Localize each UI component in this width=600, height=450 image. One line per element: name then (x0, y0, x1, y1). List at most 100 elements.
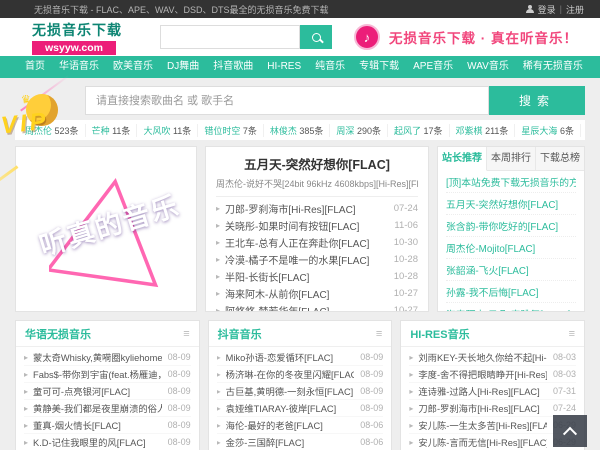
tag-link[interactable]: 林俊杰 385条 (264, 123, 331, 137)
list-item: 海来阿木-从前你[FLAC] 10-27 (216, 285, 418, 302)
song-link[interactable]: 董真-烟火情长[FLAC] (33, 418, 162, 432)
song-link[interactable]: 安儿陈-一生太多苦[Hi-Res][FLAC] (418, 418, 547, 432)
song-link[interactable]: 金莎-三国醉[FLAC] (226, 435, 355, 449)
section-douyin: 抖音音乐 ≡ Miko孙语-恋爱循环[FLAC] 08-09 杨济琳-在你的冬夜… (207, 320, 393, 450)
item-date: 10-27 (393, 305, 418, 312)
tag-link[interactable]: 周深 290条 (330, 123, 388, 137)
tag-name: 周深 (336, 125, 355, 136)
item-date: 07-31 (552, 386, 576, 396)
section-header: HI-RES音乐 ≡ (401, 321, 584, 347)
song-link[interactable]: 海来阿木-从前你[FLAC] (225, 286, 388, 301)
song-link[interactable]: 刘雨KEY-天长地久你给不起[Hi-Res][FLAC] (418, 350, 547, 364)
tag-link[interactable]: 起风了 17条 (388, 123, 450, 137)
song-link[interactable]: 冷漠-橘子不是唯一的水果[FLAC] (225, 252, 388, 267)
list-item: 金莎-三国醉[FLAC] 08-06 (217, 434, 384, 450)
nav-item[interactable]: DJ舞曲 (160, 56, 206, 78)
nav-item[interactable]: 首页 (18, 56, 52, 78)
section-list: 蒙太奇Whisky,黄嗬圈kyliehomer-打工日记[FLAC] 08-09… (16, 347, 199, 450)
nav-item[interactable]: WAV音乐 (460, 56, 516, 78)
tag-count: 523条 (54, 125, 79, 136)
tag-link[interactable]: 星辰大海 6条 (515, 123, 581, 137)
sidebar-item[interactable]: 五月天-突然好想你[FLAC] (446, 193, 576, 215)
register-link[interactable]: 注册 (566, 3, 584, 16)
nav-item[interactable]: 抖音歌曲 (206, 56, 260, 78)
item-date: 08-09 (167, 369, 191, 379)
song-link[interactable]: 李度-舍不得把眼睛睁开[Hi-Res][FLAC] (418, 367, 547, 381)
tag-link[interactable]: 毛不易 130条 (581, 124, 585, 137)
list-icon[interactable]: ≡ (183, 328, 189, 340)
nav-item[interactable]: 纯音乐 (308, 56, 352, 78)
song-link[interactable]: 刀郎-罗刹海市[Hi-Res][FLAC] (418, 401, 547, 415)
section-chinese-lossless: 华语无损音乐 ≡ 蒙太奇Whisky,黄嗬圈kyliehomer-打工日记[FL… (15, 320, 200, 450)
song-link[interactable]: 王北车-总有人正在奔赴你[FLAC] (225, 235, 388, 250)
search-input[interactable] (85, 86, 489, 115)
tab-total-downloads[interactable]: 下载总榜 (536, 147, 584, 170)
song-link[interactable]: 童可可-点亮银河[FLAC] (33, 384, 162, 398)
song-link[interactable]: 古巨基,黄明德-一刻永恒[FLAC] (226, 384, 355, 398)
tag-link[interactable]: 错位时空 7条 (198, 123, 264, 137)
tab-recommend[interactable]: 站长推荐 (438, 147, 487, 171)
song-link[interactable]: 连诗雅-过路人[Hi-Res][FLAC] (418, 384, 547, 398)
latest-list: 刀郎-罗刹海市[Hi-Res][FLAC] 07-24 关晓彤-如果时间有按钮[… (216, 200, 418, 312)
site-logo[interactable]: 无损音乐下载 wsyyw.com (32, 20, 121, 55)
section-title[interactable]: 华语无损音乐 (25, 326, 91, 342)
section-title[interactable]: 抖音音乐 (218, 326, 262, 342)
sidebar-item[interactable]: 孙露-我不后悔[FLAC] (446, 281, 576, 303)
nav-item[interactable]: HI-RES (260, 56, 308, 78)
tag-link[interactable]: 芒种 11条 (86, 123, 138, 137)
tab-weekly-rank[interactable]: 本周排行 (487, 147, 536, 170)
sidebar-item[interactable]: 张含韵-带你吃好的[FLAC] (446, 215, 576, 237)
list-item: Fabs$-带你到宇宙(feat.杨雁迪，prod. by唐杰) 08-09 (24, 366, 191, 383)
song-link[interactable]: K.D-记住我眼里的风[FLAC] (33, 435, 162, 449)
song-link[interactable]: 海伦-最好的老爸[FLAC] (226, 418, 355, 432)
nav-item[interactable]: 欧美音乐 (106, 56, 160, 78)
nav-item[interactable]: 稀有无损音乐 (516, 56, 590, 78)
sidebar-item[interactable]: 海来阿木,云朵-来跳舞[FLAC] (446, 303, 576, 311)
divider (216, 196, 418, 197)
list-icon[interactable]: ≡ (569, 328, 575, 340)
song-link[interactable]: 刀郎-罗刹海市[Hi-Res][FLAC] (225, 201, 388, 216)
song-link[interactable]: 袁娅维TIARAY-彼岸[FLAC] (226, 401, 355, 415)
item-date: 08-09 (360, 352, 384, 362)
search-button[interactable]: 搜索 (489, 86, 585, 115)
song-link[interactable]: 蒙太奇Whisky,黄嗬圈kyliehomer-打工日记[FLAC] (33, 350, 162, 364)
song-link[interactable]: Fabs$-带你到宇宙(feat.杨雁迪，prod. by唐杰) (33, 367, 162, 381)
nav-item[interactable]: APE音乐 (406, 56, 460, 78)
back-to-top-button[interactable] (553, 415, 587, 447)
list-icon[interactable]: ≡ (376, 328, 382, 340)
tag-name: 大风吹 (143, 125, 171, 136)
song-link[interactable]: 黄静美-我们都是夜里崩溃的俗人[FLAC] (33, 401, 162, 415)
song-link[interactable]: 杨济琳-在你的冬夜里闪耀[FLAC] (226, 367, 355, 381)
tag-name: 邓紫棋 (455, 125, 483, 136)
item-date: 08-09 (167, 386, 191, 396)
song-link[interactable]: 安儿陈-言而无信[Hi-Res][FLAC] (418, 435, 547, 449)
song-link[interactable]: 阿悠悠-梦若华年[FLAC] (225, 303, 388, 311)
sidebar-item[interactable]: 周杰伦-Mojito[FLAC] (446, 237, 576, 259)
featured-title[interactable]: 五月天-突然好想你[FLAC] (216, 154, 418, 173)
tag-link[interactable]: 大风吹 11条 (137, 123, 199, 137)
song-link[interactable]: 关晓彤-如果时间有按钮[FLAC] (225, 218, 388, 233)
song-link[interactable]: 半阳-长街长[FLAC] (225, 269, 388, 284)
item-date: 07-24 (393, 203, 418, 214)
topbar-title: 无损音乐下载 - FLAC、APE、WAV、DSD、DTS最全的无损音乐免费下载 (34, 4, 329, 15)
header-search-button[interactable] (300, 25, 332, 49)
list-item: 刀郎-罗刹海市[Hi-Res][FLAC] 07-24 (409, 400, 576, 417)
header: 无损音乐下载 wsyyw.com ♪ 无损音乐下载 · 真在听音乐！ (0, 18, 600, 56)
topbar-account: 登录 | 注册 (525, 3, 584, 16)
tag-link[interactable]: 邓紫棋 211条 (450, 123, 516, 137)
tag-name: 错位时空 (204, 125, 241, 136)
sidebar-item[interactable]: [顶]本站免费下载无损音乐的方法 (446, 171, 576, 193)
list-item: 刀郎-罗刹海市[Hi-Res][FLAC] 07-24 (216, 200, 418, 217)
sidebar-item[interactable]: 张韶涵-飞火[FLAC] (446, 259, 576, 281)
section-title[interactable]: HI-RES音乐 (410, 326, 469, 342)
item-date: 08-09 (360, 369, 384, 379)
section-list: Miko孙语-恋爱循环[FLAC] 08-09 杨济琳-在你的冬夜里闪耀[FLA… (209, 347, 392, 450)
login-link[interactable]: 登录 (538, 3, 556, 16)
nav-item[interactable]: 华语音乐 (52, 56, 106, 78)
header-search-input[interactable] (160, 25, 300, 49)
song-link[interactable]: Miko孙语-恋爱循环[FLAC] (226, 350, 355, 364)
nav-item[interactable]: 专辑下载 (352, 56, 406, 78)
promo-banner[interactable]: FLAC WAV APE Hi-Res DSD 听真的音乐 ♛ VIP (0, 74, 197, 312)
item-date: 10-28 (393, 254, 418, 265)
search-icon (311, 32, 321, 42)
